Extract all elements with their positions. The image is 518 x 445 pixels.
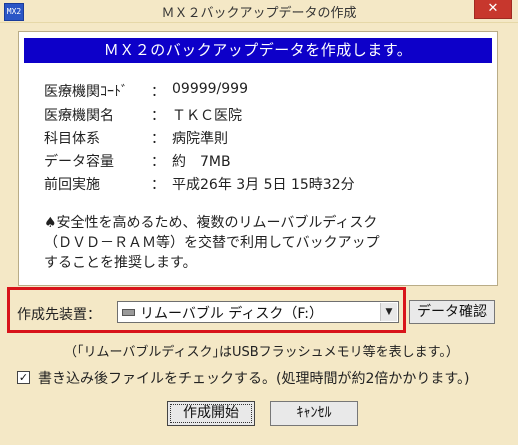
info-label: 医療機関ｺｰﾄﾞ — [44, 84, 128, 100]
title-bar: MX2 ＭＸ２バックアップデータの作成 ✕ — [0, 0, 518, 23]
removable-drive-icon — [122, 309, 135, 316]
notice-line: ♠安全性を高めるため、複数のリムーバブルディスク — [44, 215, 378, 231]
chevron-down-icon[interactable]: ▼ — [380, 303, 397, 321]
info-value: 平成26年 3月 5日 15時32分 — [172, 177, 355, 193]
notice-line: することを推奨します。 — [44, 255, 197, 271]
focus-ring — [170, 404, 252, 423]
info-value: 病院準則 — [172, 131, 228, 147]
info-colon: ： — [151, 131, 165, 147]
info-colon: ： — [151, 154, 165, 170]
destination-selected-value: リムーバブル ディスク（F:） — [140, 306, 324, 322]
info-colon: ： — [151, 177, 165, 193]
info-panel: ＭＸ２のバックアップデータを作成します。 医療機関ｺｰﾄﾞ ： 09999/99… — [18, 31, 498, 286]
notice-line: （ＤＶＤ－ＲＡＭ等）を交替で利用してバックアップ — [44, 235, 380, 251]
data-confirm-button[interactable]: データ確認 — [409, 300, 495, 324]
destination-device-select[interactable]: リムーバブル ディスク（F:） ▼ — [117, 301, 399, 323]
info-colon: ： — [151, 108, 165, 124]
info-label: 医療機関名 — [44, 108, 114, 124]
verify-file-checkbox[interactable]: ✓ — [17, 371, 30, 384]
info-value: 09999/999 — [172, 81, 248, 97]
info-label: 前回実施 — [44, 177, 100, 193]
info-value: ＴＫＣ医院 — [172, 108, 242, 124]
destination-label: 作成先装置： — [17, 307, 101, 323]
recommendation-notice: ♠安全性を高めるため、複数のリムーバブルディスク （ＤＶＤ－ＲＡＭ等）を交替で利… — [44, 213, 380, 273]
banner-heading: ＭＸ２のバックアップデータを作成します。 — [24, 38, 492, 63]
close-button[interactable]: ✕ — [474, 0, 512, 19]
info-colon: ： — [151, 84, 165, 100]
start-create-button[interactable]: 作成開始 — [167, 401, 255, 426]
window-title: ＭＸ２バックアップデータの作成 — [161, 6, 357, 21]
removable-disk-hint: （｢リムーバブルディスク｣はUSBフラッシュメモリ等を表します。） — [64, 345, 459, 360]
verify-file-label[interactable]: 書き込み後ファイルをチェックする。(処理時間が約2倍かかります。) — [38, 368, 469, 388]
cancel-button[interactable]: ｷｬﾝｾﾙ — [270, 401, 358, 426]
backup-dialog: MX2 ＭＸ２バックアップデータの作成 ✕ ＭＸ２のバックアップデータを作成しま… — [0, 0, 518, 445]
info-value: 約 7MB — [172, 154, 231, 170]
info-label: 科目体系 — [44, 131, 100, 147]
info-label: データ容量 — [44, 154, 114, 170]
